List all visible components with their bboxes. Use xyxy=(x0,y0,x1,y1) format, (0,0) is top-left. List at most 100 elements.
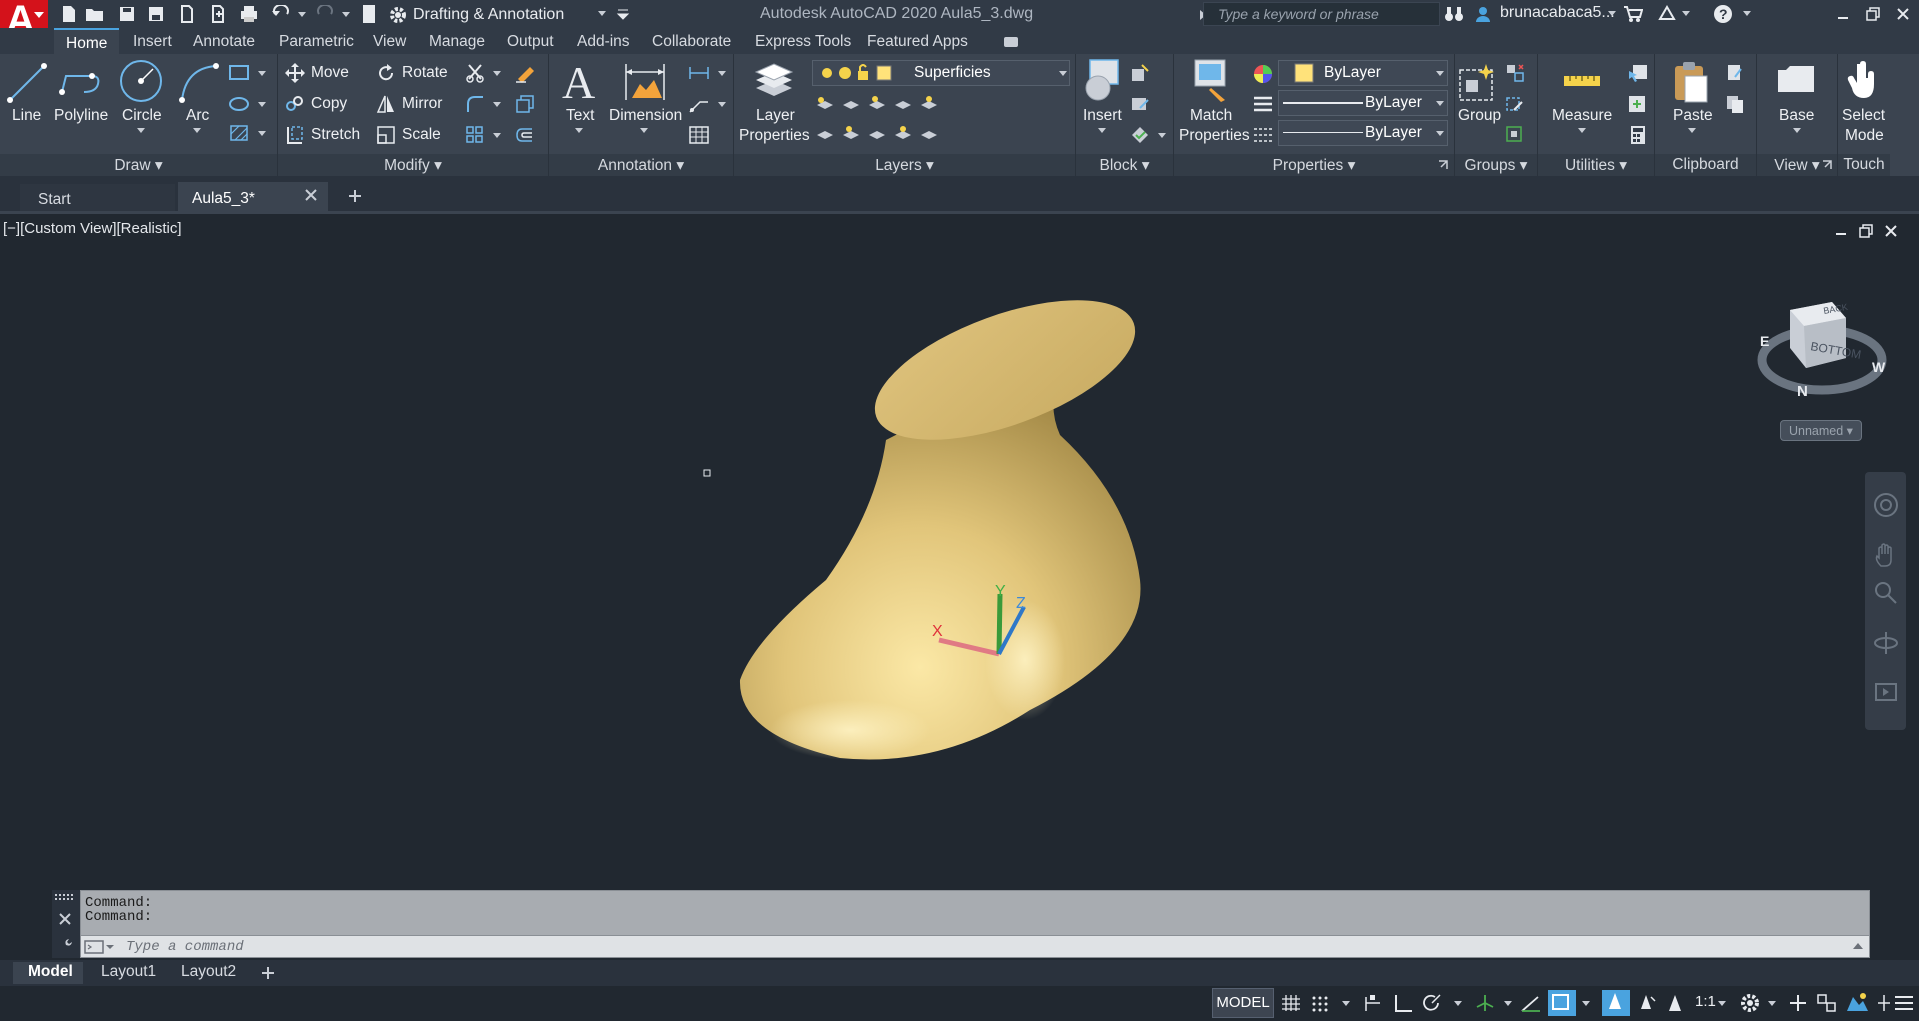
measure-dropdown-icon[interactable] xyxy=(1578,128,1586,133)
copy-button[interactable]: Copy xyxy=(311,95,347,113)
tab-layout2[interactable]: Layout2 xyxy=(181,963,236,981)
orbit-icon[interactable] xyxy=(1873,630,1899,656)
line-button[interactable]: Line xyxy=(12,107,41,125)
open-file-icon[interactable] xyxy=(84,3,106,25)
viewcube[interactable]: BACK BOTTOM N E W xyxy=(1752,290,1892,410)
clipboard-panel-title[interactable]: Clipboard xyxy=(1655,154,1756,176)
quick-select-icon[interactable] xyxy=(1627,63,1649,83)
dimension-button[interactable]: Dimension xyxy=(609,107,682,125)
polar-tracking-icon[interactable] xyxy=(1422,993,1444,1013)
copy-clip-icon[interactable] xyxy=(1725,94,1745,114)
match-properties-label-1[interactable]: Match xyxy=(1190,107,1232,125)
command-history-toggle-icon[interactable] xyxy=(1852,941,1864,951)
layer-tools-row-1-icon[interactable] xyxy=(815,93,955,115)
tab-annotate[interactable]: Annotate xyxy=(193,28,255,54)
ellipse-icon[interactable] xyxy=(228,95,252,113)
annotation-scale-value[interactable]: 1:1 xyxy=(1695,993,1716,1010)
leader-dropdown-icon[interactable] xyxy=(718,102,726,107)
steering-wheel-icon[interactable] xyxy=(1873,492,1899,518)
base-dropdown-icon[interactable] xyxy=(1793,128,1801,133)
annotation-visibility-icon[interactable] xyxy=(1602,990,1630,1016)
arc-button[interactable]: Arc xyxy=(186,107,209,125)
view-launcher-icon[interactable] xyxy=(1822,160,1832,170)
new-file-icon[interactable] xyxy=(58,3,80,25)
rectangle-icon[interactable] xyxy=(228,64,252,82)
annotation-scale-icon[interactable] xyxy=(1664,993,1686,1013)
showmotion-icon[interactable] xyxy=(1873,680,1899,706)
lineweight-dropdown[interactable]: ByLayer xyxy=(1278,90,1448,116)
cart-icon[interactable] xyxy=(1622,3,1644,25)
offset-icon[interactable] xyxy=(514,125,536,145)
arc-dropdown-icon[interactable] xyxy=(193,128,201,133)
array-dropdown-icon[interactable] xyxy=(493,133,501,138)
tab-home[interactable]: Home xyxy=(54,28,120,54)
close-tab-icon[interactable] xyxy=(304,188,318,202)
compass-e-label[interactable]: W xyxy=(1872,359,1886,375)
viewport-minimize-icon[interactable] xyxy=(1834,224,1848,238)
lineweight-icon[interactable] xyxy=(1252,94,1274,114)
block-panel-title[interactable]: Block ▾ xyxy=(1076,154,1173,176)
user-account[interactable]: brunacabaca5... xyxy=(1500,4,1615,22)
dimension-dropdown-icon[interactable] xyxy=(640,128,648,133)
cut-icon[interactable] xyxy=(1725,63,1745,83)
tab-add-ins[interactable]: Add-ins xyxy=(577,28,630,54)
save-to-web-icon[interactable] xyxy=(207,3,229,25)
new-tab-icon[interactable] xyxy=(348,189,362,203)
user-dropdown-icon[interactable] xyxy=(1608,11,1616,16)
isodraft-icon[interactable] xyxy=(1474,993,1496,1013)
user-icon[interactable] xyxy=(1472,3,1494,25)
circle-dropdown-icon[interactable] xyxy=(137,128,145,133)
workspace-switcher[interactable]: Drafting & Annotation xyxy=(388,3,610,26)
pan-hand-icon[interactable] xyxy=(1873,542,1899,568)
linetype-icon[interactable] xyxy=(1252,125,1274,145)
fillet-icon[interactable] xyxy=(465,94,485,114)
save-as-icon[interactable] xyxy=(145,3,167,25)
attributes-dropdown-icon[interactable] xyxy=(1158,133,1166,138)
modify-panel-title[interactable]: Modify ▾ xyxy=(278,154,548,176)
workspace-gear-icon[interactable] xyxy=(1738,991,1762,1015)
tab-start[interactable]: Start xyxy=(20,184,175,214)
compass-n-label[interactable]: N xyxy=(1797,383,1808,400)
linetype-dropdown[interactable]: ByLayer xyxy=(1278,120,1448,146)
insert-dropdown-icon[interactable] xyxy=(1098,128,1106,133)
layer-properties-label-1[interactable]: Layer xyxy=(756,107,795,125)
restore-window-icon[interactable] xyxy=(1862,3,1884,25)
undo-dropdown-icon[interactable] xyxy=(298,12,306,17)
close-command-line-icon[interactable] xyxy=(58,912,72,926)
utilities-panel-title[interactable]: Utilities ▾ xyxy=(1538,154,1654,176)
layer-state-icon[interactable] xyxy=(358,3,380,25)
select-mode-label-1[interactable]: Select xyxy=(1842,107,1885,125)
move-button[interactable]: Move xyxy=(311,64,349,82)
leader-icon[interactable] xyxy=(688,94,710,114)
snap-dropdown-icon[interactable] xyxy=(1342,1001,1350,1006)
polyline-button[interactable]: Polyline xyxy=(54,107,108,125)
paste-button[interactable]: Paste xyxy=(1673,107,1713,125)
tab-manage[interactable]: Manage xyxy=(429,28,485,54)
explode-icon[interactable] xyxy=(514,94,536,114)
tab-express-tools[interactable]: Express Tools xyxy=(755,28,851,54)
annotation-monitor-icon[interactable] xyxy=(1787,993,1809,1013)
tab-collaborate[interactable]: Collaborate xyxy=(652,28,731,54)
hatch-icon[interactable] xyxy=(228,124,252,142)
isolate-objects-icon[interactable] xyxy=(1844,991,1870,1015)
calculator-icon[interactable] xyxy=(1627,125,1649,145)
command-prompt-icon[interactable] xyxy=(84,939,114,955)
groups-panel-title[interactable]: Groups ▾ xyxy=(1455,154,1537,176)
tab-featured-apps[interactable]: Featured Apps xyxy=(867,28,968,54)
3d-surface-model[interactable] xyxy=(700,280,1180,780)
redo-dropdown-icon[interactable] xyxy=(342,12,350,17)
customization-menu-icon[interactable] xyxy=(1893,993,1915,1013)
ortho-icon[interactable] xyxy=(1392,993,1414,1013)
save-icon[interactable] xyxy=(116,3,138,25)
layer-properties-label-2[interactable]: Properties xyxy=(739,127,810,145)
hardware-acceleration-icon[interactable] xyxy=(1877,993,1891,1013)
object-snap-tracking-icon[interactable] xyxy=(1520,993,1542,1013)
help-dropdown-icon[interactable] xyxy=(1743,11,1751,16)
draw-panel-title[interactable]: Draw ▾ xyxy=(0,154,277,176)
select-mode-label-2[interactable]: Mode xyxy=(1845,127,1884,145)
text-dropdown-icon[interactable] xyxy=(575,128,583,133)
color-wheel-icon[interactable] xyxy=(1252,63,1274,85)
group-selection-icon[interactable] xyxy=(1505,125,1525,145)
array-icon[interactable] xyxy=(465,125,485,145)
named-view-dropdown[interactable]: Unnamed ▾ xyxy=(1780,420,1862,441)
